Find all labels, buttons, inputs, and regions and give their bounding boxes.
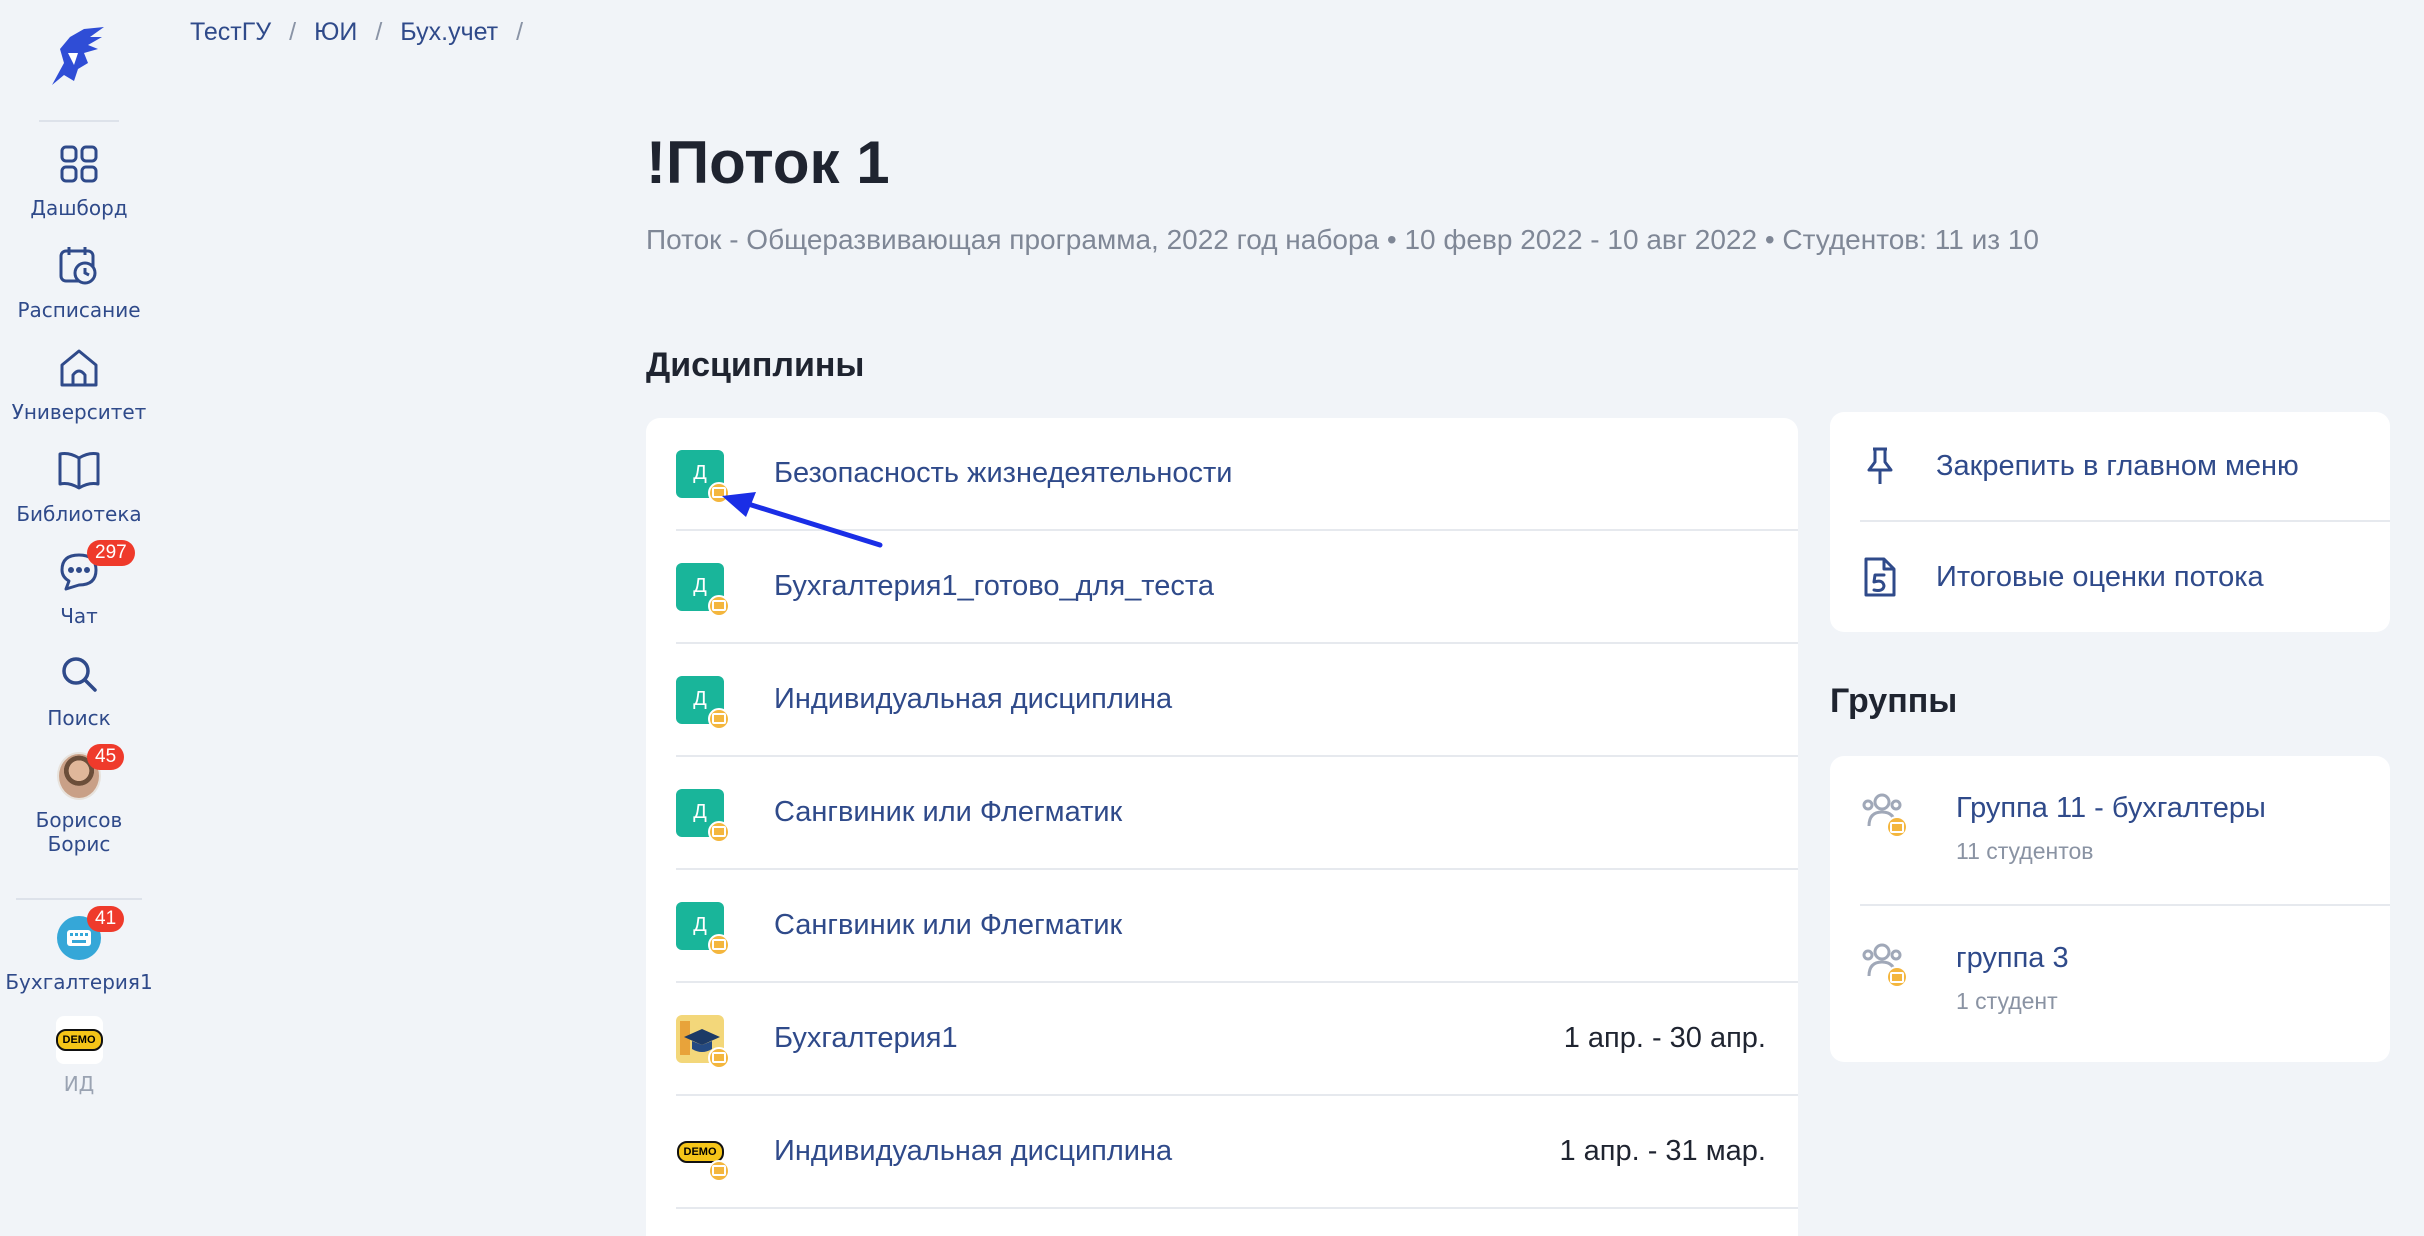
group-type-icon	[1886, 966, 1908, 988]
chat-badge: 297	[87, 540, 135, 566]
course-badge: 41	[87, 906, 125, 932]
course-type-icon	[708, 481, 730, 504]
breadcrumb-link[interactable]: Бух.учет	[400, 18, 498, 47]
course-type-icon	[708, 1159, 730, 1182]
breadcrumb-link[interactable]: ТестГУ	[190, 18, 271, 47]
discipline-row[interactable]: Д Сангвиник или Флегматик	[676, 757, 1798, 870]
sidebar-item-label: Бухгалтерия1	[5, 970, 153, 994]
pin-label: Закрепить в главном меню	[1936, 449, 2299, 482]
breadcrumb: ТестГУ / ЮИ / Бух.учет /	[190, 18, 541, 47]
sidebar: Дашборд Расписание Университет Библиотек…	[0, 0, 158, 1236]
course-type-icon	[708, 594, 730, 617]
course-type-icon	[708, 1046, 730, 1069]
discipline-name: Бухгалтерия1	[774, 1022, 958, 1054]
sidebar-item-id[interactable]: DEMO ИД	[0, 1016, 158, 1096]
demo-logo: DEMO	[55, 1016, 103, 1064]
group-row[interactable]: группа 3 1 студент	[1860, 906, 2390, 1056]
sidebar-item-label: Чат	[60, 604, 98, 628]
pin-to-main-menu-button[interactable]: Закрепить в главном меню	[1860, 412, 2390, 522]
group-type-icon	[1886, 816, 1908, 838]
discipline-name: Сангвиник или Флегматик	[774, 796, 1123, 828]
sidebar-item-dashboard[interactable]: Дашборд	[0, 142, 158, 220]
discipline-row[interactable]: Д Безопасность жизнедеятельности	[676, 418, 1798, 531]
sidebar-divider	[16, 898, 142, 900]
discipline-name: Сангвиник или Флегматик	[774, 909, 1123, 941]
sidebar-item-profile[interactable]: 45 Борисов Борис	[0, 744, 158, 856]
breadcrumb-separator: /	[289, 18, 297, 46]
groups-heading: Группы	[1830, 682, 1958, 720]
university-home-icon	[57, 346, 101, 390]
discipline-icon: Д	[676, 901, 730, 956]
final-grades-button[interactable]: Итоговые оценки потока	[1860, 522, 2390, 632]
calendar-clock-icon	[57, 244, 101, 288]
demo-avatar: DEMO	[55, 1016, 103, 1064]
user-avatar: 45	[57, 744, 125, 800]
discipline-dates: 1 апр. - 31 мар.	[1559, 1135, 1766, 1167]
page-subtitle: Поток - Общеразвивающая программа, 2022 …	[646, 224, 2039, 255]
group-name: Группа 11 - бухгалтеры	[1956, 792, 2266, 824]
demo-icon: DEMO	[676, 1127, 730, 1182]
sidebar-item-search[interactable]: Поиск	[0, 652, 158, 730]
final-grades-label: Итоговые оценки потока	[1936, 560, 2264, 593]
group-name: группа 3	[1956, 942, 2069, 974]
sidebar-item-course[interactable]: 41 Бухгалтерия1	[0, 906, 158, 994]
discipline-name: Индивидуальная дисциплина	[774, 1135, 1173, 1167]
sidebar-item-label: Расписание	[17, 298, 141, 322]
discipline-icon: Д	[676, 788, 730, 843]
group-users-icon	[1860, 790, 1908, 838]
sidebar-item-schedule[interactable]: Расписание	[0, 244, 158, 322]
discipline-row[interactable]: Д Бухгалтерия1_готово_для_теста	[676, 531, 1798, 644]
discipline-icon: Д	[676, 449, 730, 504]
discipline-row[interactable]: Д Индивидуальная дисциплина	[676, 644, 1798, 757]
demo-label: DEMO	[55, 1029, 103, 1051]
breadcrumb-separator: /	[516, 18, 524, 46]
discipline-icon: Д	[676, 675, 730, 730]
disciplines-heading: Дисциплины	[646, 346, 865, 384]
discipline-row[interactable]: Д Сангвиник или Флегматик	[676, 870, 1798, 983]
pin-icon	[1860, 444, 1900, 488]
sidebar-divider	[39, 120, 119, 122]
course-avatar: 41	[57, 906, 125, 960]
sidebar-item-chat[interactable]: 297 Чат	[0, 540, 158, 628]
logo-icon	[52, 27, 104, 85]
sidebar-item-label: Поиск	[47, 706, 111, 730]
breadcrumb-separator: /	[375, 18, 383, 46]
page-title: !Поток 1	[646, 129, 890, 196]
discipline-name: Безопасность жизнедеятельности	[774, 457, 1233, 489]
stream-actions-card: Закрепить в главном меню Итоговые оценки…	[1830, 412, 2390, 632]
book-icon	[57, 448, 101, 492]
group-student-count: 1 студент	[1956, 988, 2058, 1014]
sidebar-item-library[interactable]: Библиотека	[0, 448, 158, 526]
discipline-icon: Д	[676, 562, 730, 617]
grade-file-icon	[1860, 555, 1900, 599]
discipline-name: Индивидуальная дисциплина	[774, 683, 1173, 715]
course-type-icon	[708, 820, 730, 843]
sidebar-item-label: ИД	[63, 1072, 95, 1096]
profile-badge: 45	[87, 744, 125, 770]
group-student-count: 11 студентов	[1956, 838, 2094, 864]
group-row[interactable]: Группа 11 - бухгалтеры 11 студентов	[1860, 756, 2390, 906]
groups-list: Группа 11 - бухгалтеры 11 студентов груп…	[1830, 756, 2390, 1062]
group-users-icon	[1860, 940, 1908, 988]
disciplines-list: Д Безопасность жизнедеятельности Д Бухга…	[646, 418, 1798, 1236]
sidebar-item-university[interactable]: Университет	[0, 346, 158, 424]
dashboard-grid-icon	[57, 142, 101, 186]
discipline-name: Бухгалтерия1_готово_для_теста	[774, 570, 1214, 602]
chat-icon: 297	[57, 540, 135, 594]
discipline-dates: 1 апр. - 30 апр.	[1563, 1022, 1766, 1054]
graduation-cap-icon	[676, 1014, 730, 1069]
search-icon	[57, 652, 101, 696]
course-type-icon	[708, 933, 730, 956]
sidebar-item-label: Библиотека	[16, 502, 142, 526]
discipline-row[interactable]: DEMO Индивидуальная дисциплина 1 апр. - …	[676, 1096, 1798, 1209]
sidebar-item-label: Борисов Борис	[35, 808, 123, 856]
sidebar-item-label: Дашборд	[30, 196, 128, 220]
breadcrumb-link[interactable]: ЮИ	[314, 18, 357, 47]
discipline-row[interactable]: Бухгалтерия1 1 апр. - 30 апр.	[676, 983, 1798, 1096]
sidebar-item-label: Университет	[11, 400, 147, 424]
course-type-icon	[708, 707, 730, 730]
university-logo[interactable]	[39, 22, 119, 94]
